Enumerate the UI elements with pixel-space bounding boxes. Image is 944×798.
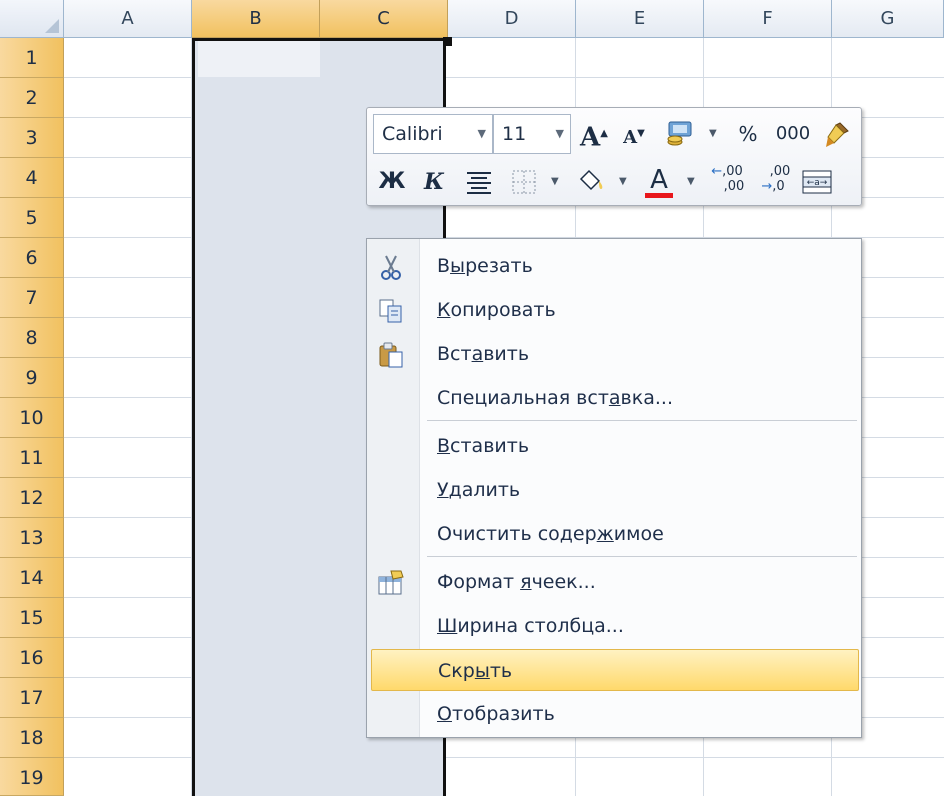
- context-menu: Вырезать Копировать Вставить Специальная…: [366, 238, 862, 738]
- center-align-icon: [467, 172, 491, 194]
- increase-decimal-label: ,00: [722, 164, 743, 179]
- menu-item-unhide[interactable]: Отобразить: [367, 693, 861, 735]
- row-header-5[interactable]: 5: [0, 198, 64, 238]
- font-size-combo[interactable]: 11 ▼: [493, 114, 571, 154]
- grow-font-icon: A: [580, 122, 601, 153]
- menu-item-label: Специальная вставка...: [437, 387, 673, 409]
- font-name-combo[interactable]: Calibri ▼: [373, 114, 493, 154]
- chevron-down-icon[interactable]: ▼: [478, 115, 486, 153]
- menu-separator: [427, 556, 857, 557]
- row-header-16[interactable]: 16: [0, 638, 64, 678]
- comma-style-button[interactable]: 000: [773, 116, 813, 152]
- arrow-left-icon: ←: [711, 164, 723, 179]
- column-header-d[interactable]: D: [448, 0, 576, 38]
- font-color-icon: A: [650, 165, 668, 195]
- menu-item-label: Ширина столбца...: [437, 615, 624, 637]
- chevron-down-icon[interactable]: ▼: [709, 116, 717, 152]
- increase-decimal-button[interactable]: ←,00,00: [707, 164, 747, 200]
- chevron-down-icon[interactable]: ▼: [556, 115, 564, 153]
- borders-icon: [512, 170, 536, 194]
- menu-item-label: Вырезать: [437, 255, 533, 277]
- menu-item-format-cells[interactable]: Формат ячеек...: [367, 561, 861, 603]
- row-header-13[interactable]: 13: [0, 518, 64, 558]
- menu-item-label: Вставить: [437, 435, 530, 457]
- menu-item-label: Удалить: [437, 479, 521, 501]
- select-all-corner[interactable]: [0, 0, 64, 38]
- row-header-12[interactable]: 12: [0, 478, 64, 518]
- merge-center-button[interactable]: ←a→: [799, 164, 835, 200]
- svg-text:←a→: ←a→: [807, 178, 828, 188]
- grow-font-button[interactable]: A▲: [579, 116, 609, 153]
- font-name-value: Calibri: [382, 123, 443, 145]
- menu-item-column-width[interactable]: Ширина столбца...: [367, 605, 861, 647]
- chevron-down-icon[interactable]: ▼: [619, 164, 627, 200]
- decrease-decimal-button[interactable]: ,00 →,0: [753, 164, 793, 200]
- row-header-6[interactable]: 6: [0, 238, 64, 278]
- menu-item-cut[interactable]: Вырезать: [367, 245, 861, 287]
- menu-item-hide[interactable]: Скрыть: [371, 649, 859, 691]
- menu-item-label: Копировать: [437, 299, 556, 321]
- mini-toolbar: Calibri ▼ 11 ▼ A▲ A▼ ▼ % 000 Ж К ▼ ▼ A ▼…: [366, 107, 862, 206]
- row-header-9[interactable]: 9: [0, 358, 64, 398]
- column-header-a[interactable]: A: [64, 0, 192, 38]
- chevron-down-icon[interactable]: ▼: [551, 164, 559, 200]
- menu-item-paste[interactable]: Вставить: [367, 333, 861, 375]
- shrink-font-icon: A: [623, 127, 638, 148]
- arrow-right-icon: →: [761, 179, 773, 194]
- row-header-10[interactable]: 10: [0, 398, 64, 438]
- merge-center-icon: ←a→: [802, 170, 832, 194]
- menu-separator: [427, 420, 857, 421]
- row-header-3[interactable]: 3: [0, 118, 64, 158]
- borders-button[interactable]: [507, 164, 541, 200]
- format-painter-button[interactable]: [819, 116, 855, 152]
- active-cell-b1[interactable]: [198, 41, 320, 77]
- copy-icon: [379, 299, 402, 323]
- menu-item-label: Вставить: [437, 343, 530, 365]
- menu-item-delete[interactable]: Удалить: [367, 469, 861, 511]
- column-header-e[interactable]: E: [576, 0, 704, 38]
- column-header-g[interactable]: G: [832, 0, 944, 38]
- menu-item-clear-contents[interactable]: Очистить содержимое: [367, 513, 861, 555]
- row-header-11[interactable]: 11: [0, 438, 64, 478]
- fill-color-button[interactable]: [573, 164, 609, 200]
- bold-button[interactable]: Ж: [375, 164, 409, 200]
- menu-item-insert[interactable]: Вставить: [367, 425, 861, 467]
- row-header-18[interactable]: 18: [0, 718, 64, 758]
- format-cells-icon: [378, 570, 404, 595]
- row-header-4[interactable]: 4: [0, 158, 64, 198]
- menu-item-paste-special[interactable]: Специальная вставка...: [367, 377, 861, 419]
- font-color-button[interactable]: A: [641, 162, 677, 198]
- column-header-b[interactable]: B: [192, 0, 320, 38]
- italic-button[interactable]: К: [417, 164, 451, 200]
- row-header-15[interactable]: 15: [0, 598, 64, 638]
- font-size-value: 11: [502, 123, 527, 145]
- chevron-down-icon[interactable]: ▼: [687, 164, 695, 200]
- row-header-8[interactable]: 8: [0, 318, 64, 358]
- accounting-format-button[interactable]: [663, 116, 699, 152]
- paste-icon: [379, 342, 403, 368]
- column-header-c[interactable]: C: [320, 0, 448, 38]
- scissors-icon: [381, 255, 401, 280]
- shrink-font-button[interactable]: A▼: [619, 116, 649, 152]
- menu-item-label: Скрыть: [438, 660, 513, 682]
- menu-item-label: Формат ячеек...: [437, 571, 596, 593]
- font-color-swatch: [645, 193, 673, 198]
- row-header-19[interactable]: 19: [0, 758, 64, 796]
- menu-item-label: Очистить содержимое: [437, 523, 664, 545]
- percent-style-button[interactable]: %: [733, 116, 763, 152]
- row-header-2[interactable]: 2: [0, 78, 64, 118]
- accounting-format-icon: [667, 121, 692, 146]
- row-header-7[interactable]: 7: [0, 278, 64, 318]
- center-align-button[interactable]: [461, 164, 497, 200]
- row-header-17[interactable]: 17: [0, 678, 64, 718]
- menu-item-copy[interactable]: Копировать: [367, 289, 861, 331]
- column-header-f[interactable]: F: [704, 0, 832, 38]
- menu-item-label: Отобразить: [437, 703, 555, 725]
- row-header-1[interactable]: 1: [0, 38, 64, 78]
- row-header-14[interactable]: 14: [0, 558, 64, 598]
- format-painter-icon: [826, 122, 849, 147]
- paint-bucket-icon: [579, 169, 603, 191]
- fill-handle[interactable]: [443, 37, 452, 46]
- decrease-decimal-label: ,00: [769, 164, 791, 179]
